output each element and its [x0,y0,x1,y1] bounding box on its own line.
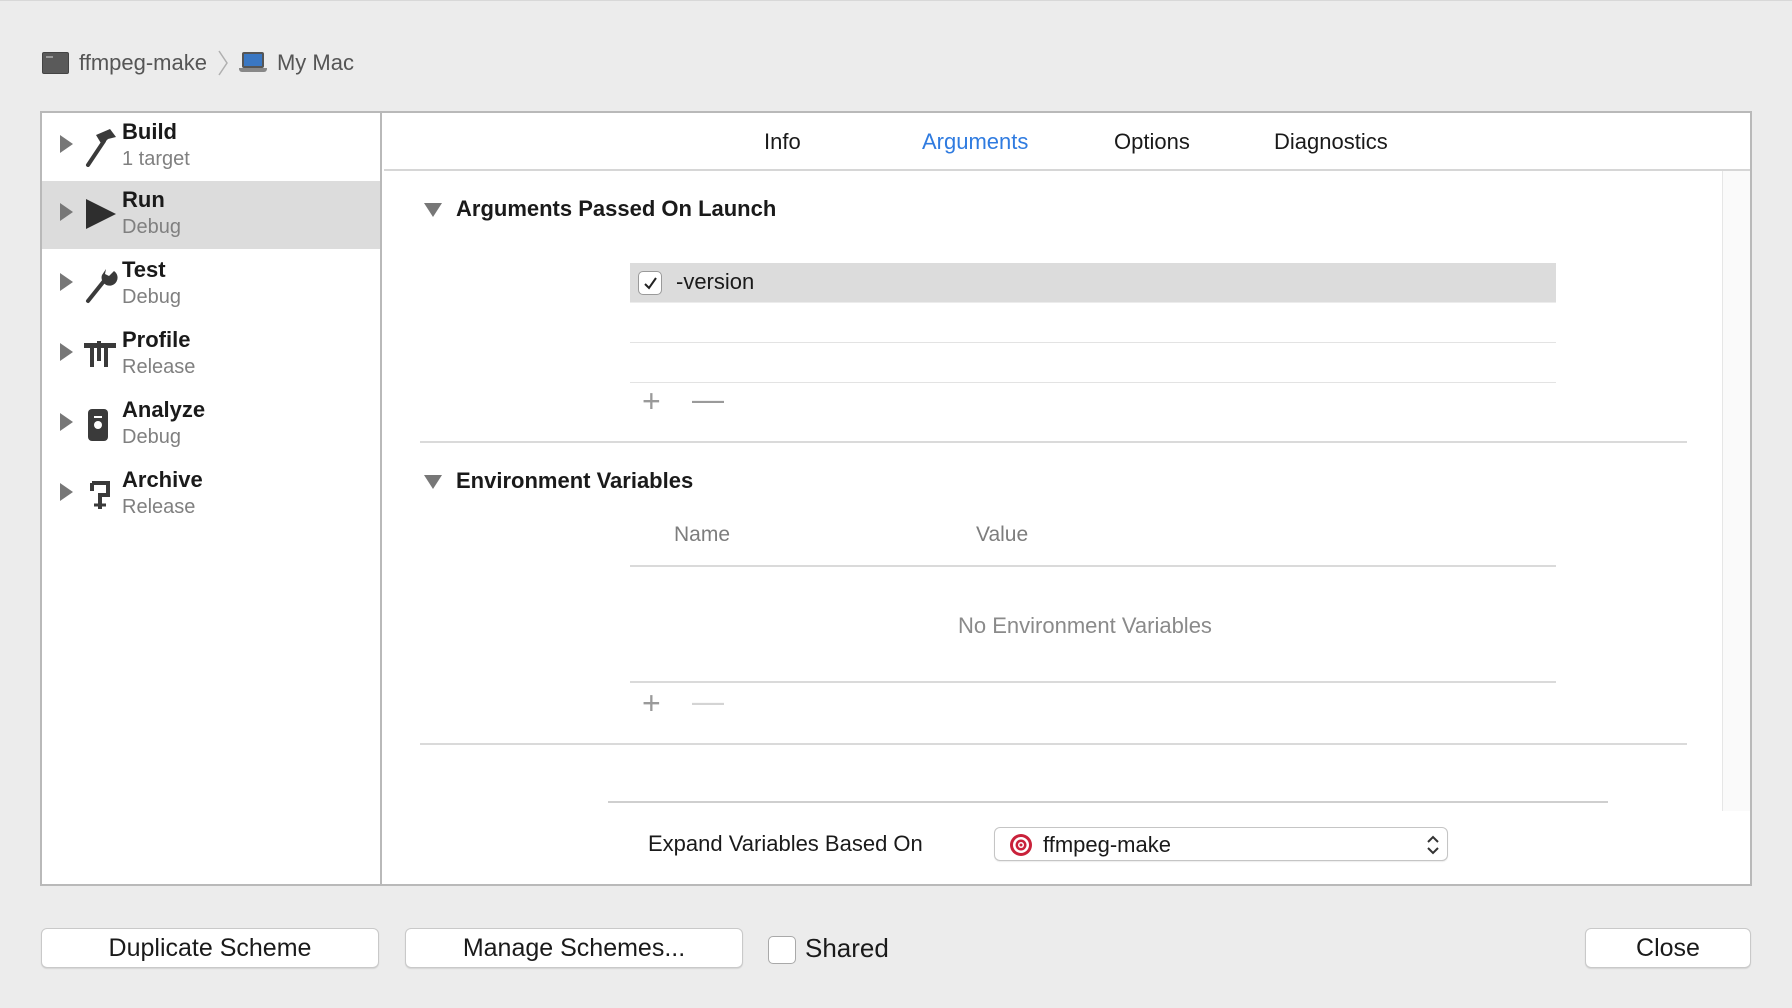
disclosure-triangle-icon[interactable] [60,135,73,153]
env-column-value[interactable]: Value [976,523,1028,547]
sidebar-item-run[interactable]: Run Debug [42,181,380,249]
env-section-title: Environment Variables [456,468,694,493]
sidebar-item-title: Run [122,187,165,212]
tab-options[interactable]: Options [1114,129,1190,155]
sidebar-item-archive[interactable]: Archive Release [42,461,380,529]
breadcrumb-project-label: ffmpeg-make [79,50,207,75]
env-table-bottom-divider [630,681,1556,683]
close-button[interactable]: Close [1585,928,1751,968]
sidebar-item-title: Test [122,257,166,282]
env-header-divider [630,565,1556,567]
env-empty-message: No Environment Variables [958,613,1212,638]
breadcrumb-destination[interactable]: My Mac [238,50,354,76]
shared-checkbox[interactable] [768,936,796,964]
arguments-section-title: Arguments Passed On Launch [456,196,777,221]
up-down-chevron-icon [1427,835,1439,855]
env-column-name[interactable]: Name [674,523,730,547]
sidebar-item-subtitle: Debug [122,426,181,448]
sidebar-item-title: Archive [122,467,203,492]
sidebar-item-title: Profile [122,327,191,352]
sidebar-item-title: Build [122,119,177,144]
expand-variables-label: Expand Variables Based On [648,831,923,856]
macbook-icon [238,52,267,74]
sidebar-item-title: Analyze [122,397,206,422]
section-divider [420,441,1687,443]
sidebar-item-subtitle: Debug [122,286,181,308]
archive-icon [90,481,110,509]
argument-enabled-checkbox[interactable] [638,271,662,295]
expand-variables-popup[interactable]: ffmpeg-make [994,827,1448,861]
target-icon [1010,834,1032,856]
arguments-table: -version [630,263,1556,383]
sidebar-item-analyze[interactable]: Analyze Debug [42,391,380,459]
sidebar-item-build[interactable]: Build 1 target [42,113,380,181]
tab-arguments[interactable]: Arguments [922,129,1028,155]
gauge-icon [84,341,116,367]
sidebar-item-test[interactable]: Test Debug [42,251,380,319]
tab-diagnostics[interactable]: Diagnostics [1274,129,1388,155]
scheme-actions-sidebar: Build 1 target Run Debug Test Debug Prof… [42,113,382,884]
wrench-icon [86,269,118,303]
table-row[interactable]: -version [630,263,1556,303]
remove-argument-button[interactable]: — [692,383,724,415]
disclosure-triangle-icon[interactable] [60,413,73,431]
footer-divider [608,801,1608,803]
scheme-editor-window: ffmpeg-make My Mac Build 1 target Run De… [0,0,1792,1008]
expand-variables-value: ffmpeg-make [1043,832,1171,857]
collapse-env-toggle[interactable] [424,475,442,489]
add-argument-button[interactable]: + [642,385,661,417]
section-divider [420,743,1687,745]
breadcrumb-project[interactable]: ffmpeg-make [42,50,207,76]
analyze-icon [88,409,108,441]
disclosure-triangle-icon[interactable] [60,273,73,291]
duplicate-scheme-button[interactable]: Duplicate Scheme [41,928,379,968]
scheme-editor-frame: Build 1 target Run Debug Test Debug Prof… [40,111,1752,886]
collapse-arguments-toggle[interactable] [424,203,442,217]
play-icon [86,199,116,229]
table-row [630,343,1556,383]
sidebar-item-subtitle: Debug [122,216,181,238]
chevron-right-icon [218,50,228,76]
remove-env-variable-button: — [692,683,724,719]
sidebar-item-subtitle: Release [122,356,196,378]
terminal-icon [42,52,69,74]
tab-bar: Info Arguments Options Diagnostics [384,113,1750,171]
scheme-action-content: Info Arguments Options Diagnostics Argum… [384,113,1750,884]
disclosure-triangle-icon[interactable] [60,483,73,501]
content-scrollbar[interactable] [1722,171,1750,811]
breadcrumb-destination-label: My Mac [276,50,354,75]
hammer-icon [86,129,116,167]
manage-schemes-button[interactable]: Manage Schemes... [405,928,743,968]
add-env-variable-button[interactable]: + [642,687,661,719]
tab-info[interactable]: Info [764,129,801,155]
checkmark-icon [644,277,657,290]
table-row [630,303,1556,343]
sidebar-item-profile[interactable]: Profile Release [42,321,380,389]
shared-label[interactable]: Shared [805,933,889,964]
sidebar-item-subtitle: Release [122,496,196,518]
argument-value[interactable]: -version [676,269,754,295]
disclosure-triangle-icon[interactable] [60,203,73,221]
disclosure-triangle-icon[interactable] [60,343,73,361]
sidebar-item-subtitle: 1 target [122,148,190,170]
breadcrumb: ffmpeg-make My Mac [42,45,354,81]
